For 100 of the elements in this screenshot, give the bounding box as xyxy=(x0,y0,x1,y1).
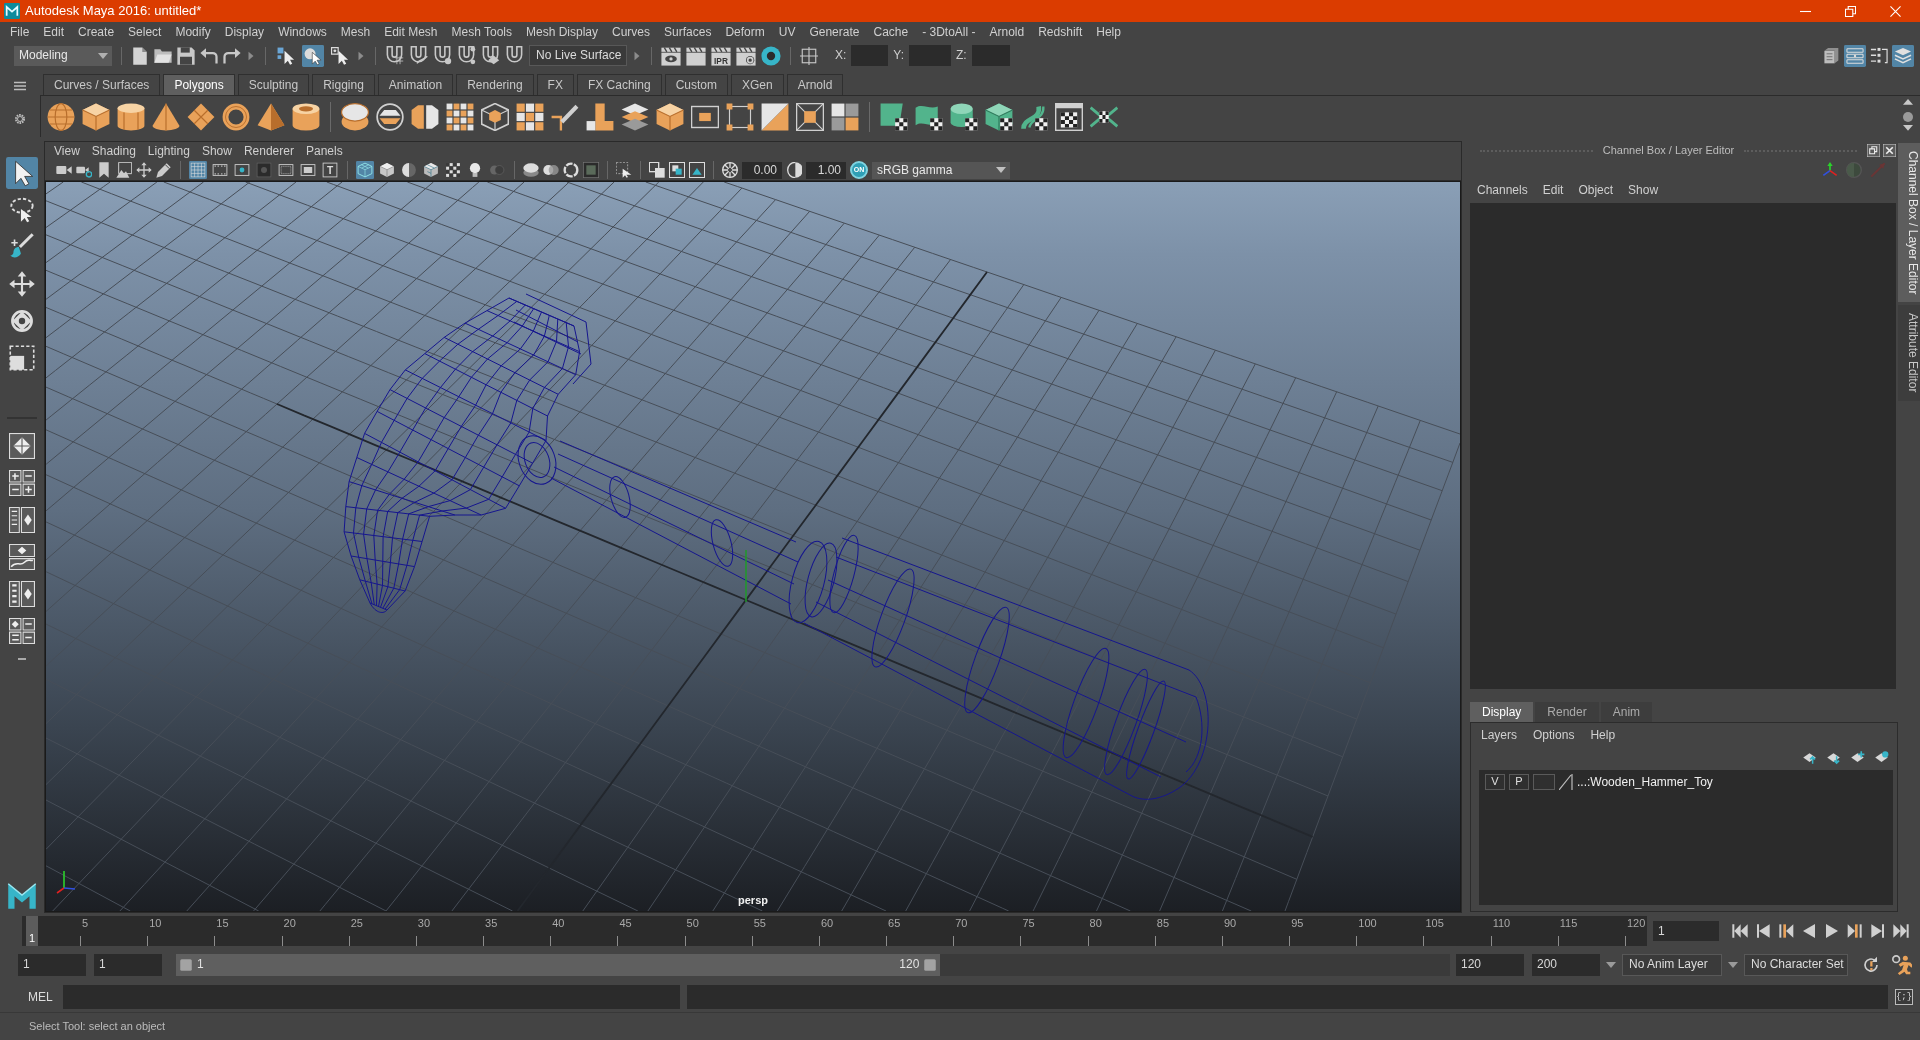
playback-toggle[interactable]: P xyxy=(1509,774,1529,790)
auto-key-icon[interactable] xyxy=(1862,955,1880,974)
display-type-toggle[interactable] xyxy=(1533,774,1555,790)
checker-window-icon[interactable] xyxy=(1055,102,1083,131)
play-icon[interactable] xyxy=(1824,923,1840,939)
clapperboard-eye-icon[interactable] xyxy=(661,45,681,66)
menu-item[interactable]: Edit xyxy=(36,25,72,40)
crosshair-box-icon[interactable] xyxy=(800,46,818,65)
panel-menu-item[interactable]: Lighting xyxy=(141,143,196,159)
panel-menu-item[interactable]: Renderer xyxy=(237,143,300,159)
target-square-icon[interactable] xyxy=(796,102,824,131)
checker-plane-icon[interactable] xyxy=(880,102,908,131)
pencil-icon[interactable] xyxy=(156,162,172,178)
anim-layer-dropdown[interactable]: No Anim Layer xyxy=(1622,953,1722,976)
stacked-discs-icon[interactable] xyxy=(341,102,369,131)
shelf-tab[interactable]: Rendering xyxy=(456,74,534,95)
single-pane-layout-icon[interactable] xyxy=(9,433,35,459)
layered-planes-icon[interactable] xyxy=(621,102,649,131)
corner-frame-icon[interactable] xyxy=(726,102,754,131)
component-select-icon[interactable] xyxy=(329,44,351,67)
square-tiles-icon[interactable] xyxy=(516,102,544,131)
command-input-field[interactable] xyxy=(63,985,680,1009)
framed-image-icon[interactable] xyxy=(689,162,705,178)
cube-icon[interactable] xyxy=(82,102,110,131)
command-language-label[interactable]: MEL xyxy=(28,989,63,1005)
shelf-tab[interactable]: Sculpting xyxy=(237,74,310,95)
panel-menu-item[interactable]: Object xyxy=(1577,183,1622,198)
layers-icon[interactable] xyxy=(1892,44,1914,67)
current-frame-marker[interactable]: 1 xyxy=(26,916,38,946)
axes-icon[interactable] xyxy=(1822,162,1838,178)
select-box-icon[interactable] xyxy=(616,162,632,178)
shelf-tab[interactable]: Animation xyxy=(377,74,454,95)
knife-line-icon[interactable] xyxy=(551,102,579,131)
split-box-icon[interactable] xyxy=(411,102,439,131)
magnet-curve-icon[interactable] xyxy=(409,46,428,65)
caret-right-icon[interactable] xyxy=(246,50,256,61)
checker-cube-icon[interactable] xyxy=(985,102,1013,131)
visibility-toggle[interactable]: V xyxy=(1485,774,1505,790)
menu-item[interactable]: Curves xyxy=(605,25,658,40)
play-backward-icon[interactable] xyxy=(1801,923,1817,939)
caret-icon[interactable] xyxy=(1728,961,1738,968)
script-editor-button[interactable]: {;} xyxy=(1895,989,1913,1005)
tile-grid-icon[interactable] xyxy=(446,102,474,131)
box-icon[interactable] xyxy=(656,102,684,131)
shelf-tab[interactable]: XGen xyxy=(730,74,784,95)
float-window-icon[interactable] xyxy=(1867,144,1880,157)
aperture-icon[interactable] xyxy=(722,162,738,178)
slider-handle-icon[interactable] xyxy=(180,958,192,971)
quad-squares-icon[interactable] xyxy=(831,102,859,131)
pipe-icon[interactable] xyxy=(292,102,320,131)
slider-handle-icon[interactable] xyxy=(924,958,937,971)
shaded-cube-icon[interactable] xyxy=(378,161,396,179)
menu-item[interactable]: Mesh xyxy=(333,25,378,40)
scroll-thumb-icon[interactable] xyxy=(1903,111,1913,122)
layer-plus-icon[interactable] xyxy=(1850,749,1865,765)
attribute-list-icon[interactable] xyxy=(1844,44,1866,67)
half-shaded-sphere-icon[interactable] xyxy=(400,161,418,179)
side-tab[interactable]: Attribute Editor xyxy=(1898,305,1920,401)
half-circle-icon[interactable] xyxy=(786,162,802,178)
panel-tab[interactable]: Render xyxy=(1535,702,1599,722)
stacked-discs-icon[interactable] xyxy=(523,162,539,178)
key-step-forward-icon[interactable] xyxy=(1847,923,1863,939)
wire-cube-icon[interactable] xyxy=(481,102,509,131)
menu-item[interactable]: Help xyxy=(1089,25,1128,40)
folder-icon[interactable] xyxy=(154,46,172,65)
shelf-tab[interactable]: FX xyxy=(536,74,574,95)
menu-item[interactable]: - 3DtoAll - xyxy=(915,25,983,40)
title-safe-button[interactable]: T xyxy=(321,161,339,179)
overlapping-circles-icon[interactable] xyxy=(543,162,559,178)
split-disc-icon[interactable] xyxy=(376,102,404,131)
shelf-tab[interactable]: Custom xyxy=(664,74,728,95)
pyramid-icon[interactable] xyxy=(257,102,285,131)
cylinder-icon[interactable] xyxy=(117,102,145,131)
caret-icon[interactable] xyxy=(1606,961,1616,968)
input-field[interactable] xyxy=(851,45,889,66)
caret-right-icon[interactable] xyxy=(356,50,366,61)
menu-item[interactable]: Surfaces xyxy=(657,25,719,40)
wire-on-shaded-icon[interactable] xyxy=(422,161,440,179)
panel-tab[interactable]: Display xyxy=(1470,702,1534,722)
four-pane-layout-icon[interactable] xyxy=(9,470,35,496)
menu-item[interactable]: Redshift xyxy=(1031,25,1090,40)
panel-menu-item[interactable]: Panels xyxy=(299,143,349,159)
object-select-icon[interactable] xyxy=(302,44,324,67)
field-chart-icon[interactable] xyxy=(277,161,295,179)
menu-item[interactable]: Mesh Tools xyxy=(444,25,519,40)
sphere-icon[interactable] xyxy=(47,102,75,131)
menu-item[interactable]: UV xyxy=(771,25,803,40)
input-field[interactable] xyxy=(909,45,952,66)
two-squares-icon[interactable] xyxy=(649,162,665,178)
side-tab[interactable]: Channel Box / Layer Editor xyxy=(1898,143,1920,303)
range-slider-bar[interactable]: 1 120 xyxy=(176,953,941,976)
menu-item[interactable]: Mesh Display xyxy=(519,25,606,40)
pan-arrows-icon[interactable] xyxy=(136,162,152,178)
menu-item[interactable]: Modify xyxy=(168,25,218,40)
magnet-icon[interactable] xyxy=(505,46,524,65)
time-slider[interactable]: 5 10 15 20 25 30 35 40 45 50 55 60 65 70 75 80 85 90 95 100 105 110 115 120 1 xyxy=(22,916,1647,946)
menu-item[interactable]: Create xyxy=(71,25,122,40)
target-disc-icon[interactable] xyxy=(761,45,781,66)
start-frame-field[interactable]: 1 xyxy=(18,953,86,976)
plane-icon[interactable] xyxy=(187,102,215,131)
